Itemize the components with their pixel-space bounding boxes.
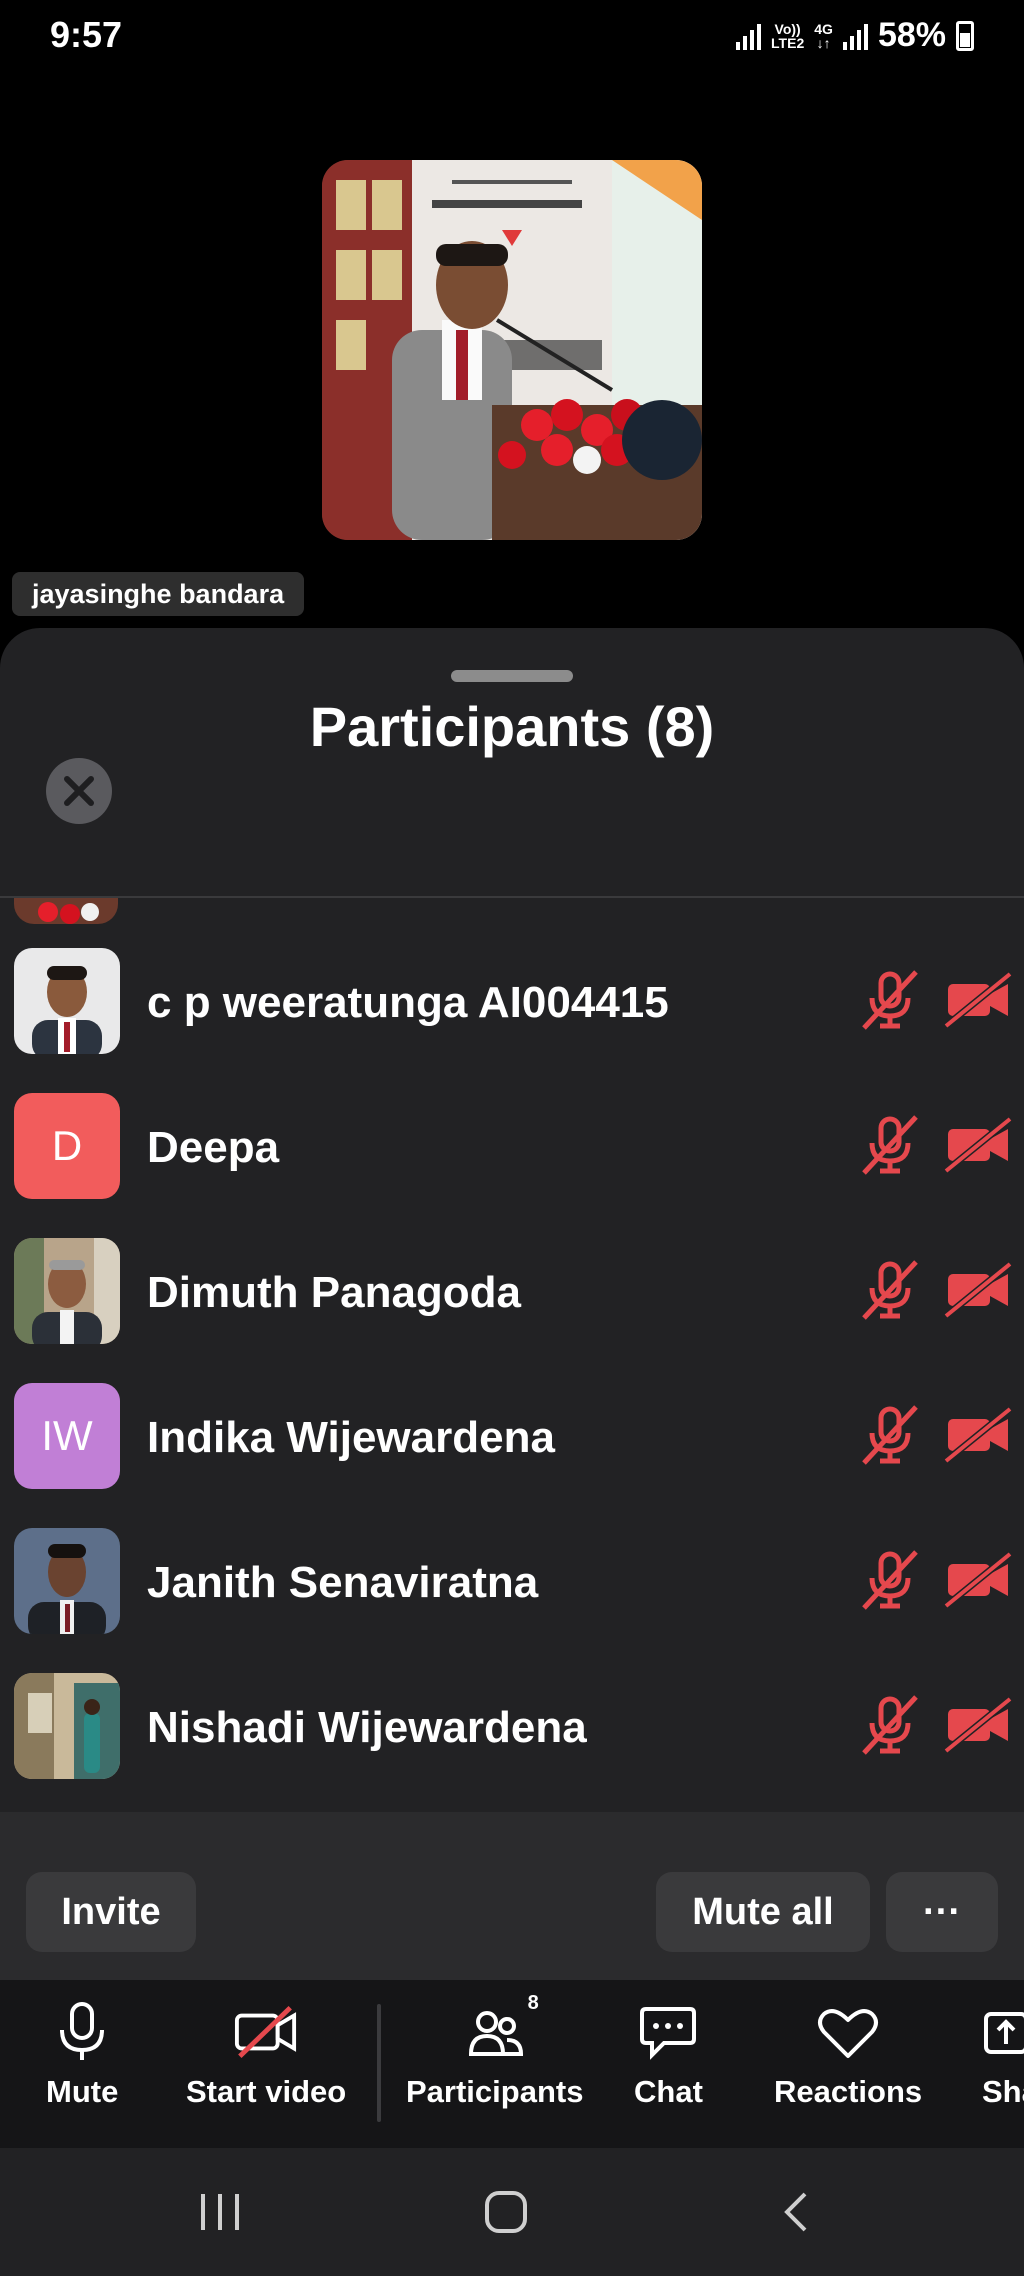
avatar: D: [14, 1093, 120, 1199]
data-indicator: 4G ↓↑: [814, 20, 833, 51]
camera-off-icon[interactable]: [944, 1552, 1012, 1608]
meeting-toolbar: Mute Start video 8 Participants Chat Rea…: [0, 1980, 1024, 2148]
avatar: IW: [14, 1383, 120, 1489]
avatar: [14, 1238, 120, 1344]
more-options-button[interactable]: ···: [886, 1872, 998, 1952]
participant-row[interactable]: c p weeratunga AI004415: [0, 930, 1024, 1075]
mic-off-icon[interactable]: [858, 1258, 922, 1322]
participants-title: Participants (8): [309, 695, 715, 758]
share-button[interactable]: Sha: [982, 2000, 1024, 2110]
participant-name: Dimuth Panagoda: [147, 1268, 522, 1317]
reactions-button[interactable]: Reactions: [774, 2000, 922, 2110]
mic-off-icon[interactable]: [858, 1548, 922, 1612]
close-button[interactable]: [46, 758, 112, 824]
participants-actions: Invite Mute all ···: [0, 1812, 1024, 1980]
participant-name: c p weeratunga AI004415: [147, 978, 669, 1027]
camera-off-icon[interactable]: [944, 1262, 1012, 1318]
chat-label: Chat: [634, 2074, 703, 2109]
participants-count-badge: 8: [527, 1992, 539, 2014]
invite-button[interactable]: Invite: [26, 1872, 196, 1952]
participants-button[interactable]: 8 Participants: [406, 1992, 584, 2110]
participant-name: Indika Wijewardena: [147, 1413, 555, 1462]
system-nav-bar: [0, 2148, 1024, 2276]
speaker-video-frame: [322, 160, 702, 540]
recent-apps-button[interactable]: [190, 2182, 250, 2242]
toolbar-separator: [377, 2004, 381, 2122]
start-video-button[interactable]: Start video: [186, 2000, 346, 2110]
avatar-initials: IW: [41, 1412, 93, 1459]
mic-off-icon[interactable]: [858, 1403, 922, 1467]
camera-off-icon[interactable]: [944, 1407, 1012, 1463]
camera-off-icon[interactable]: [944, 972, 1012, 1028]
status-bar: 9:57 Vo)) LTE2 4G ↓↑ 58%: [0, 0, 1024, 72]
status-icons: Vo)) LTE2 4G ↓↑ 58%: [736, 16, 974, 55]
battery-icon: [956, 20, 974, 51]
start-video-label: Start video: [186, 2074, 347, 2109]
back-button[interactable]: [766, 2182, 826, 2242]
signal-icon: [736, 22, 762, 50]
mute-button[interactable]: Mute: [46, 2000, 118, 2110]
share-label: Sha: [982, 2074, 1024, 2109]
camera-off-icon[interactable]: [944, 1117, 1012, 1173]
participant-name: Nishadi Wijewardena: [147, 1703, 587, 1752]
participant-row[interactable]: IW Indika Wijewardena: [0, 1365, 1024, 1510]
participant-row[interactable]: Nishadi Wijewardena: [0, 1655, 1024, 1800]
participant-row[interactable]: Janith Senaviratna: [0, 1510, 1024, 1655]
signal-icon-2: [842, 22, 868, 50]
mute-label: Mute: [46, 2074, 119, 2109]
active-speaker-video[interactable]: [322, 160, 702, 540]
network-indicator: Vo)) LTE2: [771, 20, 805, 51]
drag-handle[interactable]: [451, 670, 573, 682]
heart-icon: [816, 2000, 880, 2064]
partial-avatar: [14, 898, 118, 924]
status-time: 9:57: [50, 14, 123, 55]
participants-label: Participants: [406, 2074, 584, 2109]
battery-percentage: 58%: [877, 16, 946, 54]
mute-all-button[interactable]: Mute all: [656, 1872, 870, 1952]
reactions-label: Reactions: [774, 2074, 923, 2109]
avatar: [14, 948, 120, 1054]
back-icon: [784, 2192, 807, 2232]
recent-apps-icon: [201, 2194, 239, 2230]
chat-icon: [636, 2000, 700, 2064]
home-icon: [485, 2191, 527, 2233]
share-icon: [982, 2000, 1024, 2064]
mic-off-icon[interactable]: [858, 968, 922, 1032]
participants-sheet: Participants (8) c p weeratunga AI004415…: [0, 628, 1024, 1980]
camera-off-icon[interactable]: [944, 1697, 1012, 1753]
avatar-initials: D: [51, 1122, 83, 1169]
participant-row[interactable]: D Deepa: [0, 1075, 1024, 1220]
avatar: [14, 1673, 120, 1779]
close-icon: [64, 776, 94, 806]
chat-button[interactable]: Chat: [634, 2000, 703, 2110]
mic-off-icon[interactable]: [858, 1113, 922, 1177]
participant-row[interactable]: Dimuth Panagoda: [0, 1220, 1024, 1365]
people-icon: 8: [463, 1992, 539, 2064]
participant-name: Janith Senaviratna: [147, 1558, 539, 1607]
microphone-icon: [50, 2000, 114, 2064]
camera-off-icon: [234, 2000, 298, 2064]
mic-off-icon[interactable]: [858, 1693, 922, 1757]
home-button[interactable]: [476, 2182, 536, 2242]
avatar: [14, 1528, 120, 1634]
speaker-name-tag: jayasinghe bandara: [12, 572, 305, 616]
participant-name: Deepa: [147, 1123, 280, 1172]
